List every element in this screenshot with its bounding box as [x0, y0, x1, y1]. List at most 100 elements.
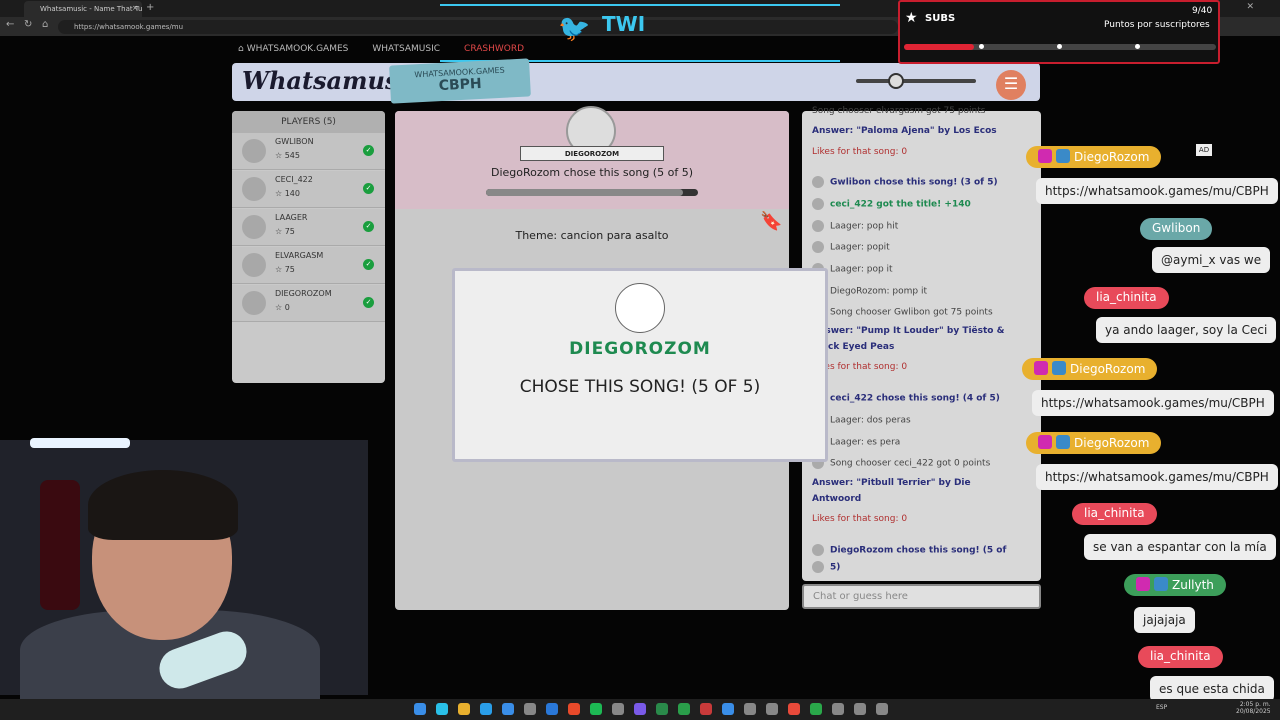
- taskbar-app-icon[interactable]: [568, 703, 580, 715]
- username-text: Zullyth: [1172, 578, 1214, 592]
- browser-tab[interactable]: Whatsamusic - Name That Tune ×: [24, 1, 142, 17]
- clock-date: 20/08/2025: [1236, 708, 1271, 715]
- subs-subtitle: Puntos por suscriptores: [1104, 20, 1210, 30]
- chat-avatar: [812, 198, 824, 210]
- taskbar-app-icon[interactable]: [678, 703, 690, 715]
- taskbar-app-icon[interactable]: [480, 703, 492, 715]
- taskbar-app-icon[interactable]: [546, 703, 558, 715]
- nav-link-whatsamusic[interactable]: WHATSAMUSIC: [372, 44, 440, 54]
- stream-chat-username[interactable]: lia_chinita: [1138, 646, 1223, 668]
- check-icon: ✓: [363, 145, 374, 156]
- player-avatar: [242, 253, 266, 277]
- taskbar-app-icon[interactable]: [788, 703, 800, 715]
- webcam-person-hair: [88, 470, 238, 540]
- stream-chat-username[interactable]: DiegoRozom: [1026, 146, 1162, 168]
- stream-chat-username[interactable]: lia_chinita: [1084, 287, 1169, 309]
- taskbar-app-icon[interactable]: [854, 703, 866, 715]
- player-name: LAAGER: [275, 213, 308, 222]
- menu-button[interactable]: ☰: [996, 70, 1026, 100]
- check-icon: ✓: [363, 221, 374, 232]
- player-row[interactable]: CECI_422 ☆ 140 ✓: [232, 171, 385, 208]
- chat-message: Answer: "Pitbull Terrier" by Die: [812, 478, 971, 488]
- new-tab-button[interactable]: +: [146, 2, 154, 13]
- chooser-ribbon: DIEGOROZOM: [520, 146, 664, 161]
- chat-text: Likes for that song: 0: [812, 147, 908, 157]
- chat-avatar: [812, 241, 824, 253]
- chat-text: Song chooser ceci_422 got 0 points: [830, 458, 991, 469]
- taskbar-app-icon[interactable]: [524, 703, 536, 715]
- reload-icon[interactable]: ↻: [24, 19, 32, 30]
- volume-slider[interactable]: [856, 79, 976, 83]
- player-score: ☆ 75: [275, 265, 295, 274]
- player-score: ☆ 0: [275, 303, 290, 312]
- stream-chat-message: https://whatsamook.games/mu/CBPH: [1036, 464, 1278, 490]
- taskbar-app-icon[interactable]: [436, 703, 448, 715]
- clock-time: 2:05 p. m.: [1239, 701, 1271, 708]
- modal-avatar: [615, 283, 665, 333]
- stream-chat-message: @aymi_x vas we: [1152, 247, 1271, 273]
- player-row[interactable]: DIEGOROZOM ☆ 0 ✓: [232, 285, 385, 322]
- chat-message: Likes for that song: 0: [812, 514, 907, 524]
- chat-message: Answer: "Paloma Ajena" by Los Ecos: [812, 126, 997, 136]
- nav-link-whatsamook[interactable]: WHATSAMOOK.GAMES: [247, 44, 349, 54]
- taskbar-app-icon[interactable]: [876, 703, 888, 715]
- volume-knob[interactable]: [888, 73, 904, 89]
- stream-chat-username[interactable]: Zullyth: [1124, 574, 1226, 596]
- player-avatar: [242, 215, 266, 239]
- twitter-text: TWI: [602, 12, 646, 36]
- badge-icon: [1136, 577, 1150, 591]
- chat-avatar: [812, 561, 824, 573]
- chat-message: DiegoRozom chose this song! (5 of: [812, 544, 1006, 556]
- taskbar-app-icon[interactable]: [810, 703, 822, 715]
- badge-icon: [1056, 149, 1070, 163]
- taskbar-app-icon[interactable]: [634, 703, 646, 715]
- check-icon: ✓: [363, 183, 374, 194]
- message-text: https://whatsamook.games/mu/CBPH: [1041, 396, 1265, 410]
- taskbar-app-icon[interactable]: [722, 703, 734, 715]
- message-text: https://whatsamook.games/mu/CBPH: [1045, 470, 1269, 484]
- chat-text: Song chooser elvargasm got 75 points: [812, 106, 986, 116]
- nav-link-crashword[interactable]: CRASHWORD: [464, 44, 524, 54]
- chat-message: DiegoRozom: pomp it: [812, 285, 927, 297]
- taskbar-app-icon[interactable]: [414, 703, 426, 715]
- player-row[interactable]: GWLIBON ☆ 545 ✓: [232, 133, 385, 170]
- chat-text: ceci_422 chose this song! (4 of 5): [830, 393, 1000, 404]
- taskbar-app-icon[interactable]: [766, 703, 778, 715]
- taskbar-clock[interactable]: 2:05 p. m. 20/08/2025: [1236, 701, 1271, 715]
- chat-input[interactable]: Chat or guess here: [802, 584, 1041, 609]
- tray-language[interactable]: ESP: [1156, 704, 1167, 711]
- taskbar-app-icon[interactable]: [590, 703, 602, 715]
- taskbar-app-icon[interactable]: [502, 703, 514, 715]
- taskbar-app-icon[interactable]: [700, 703, 712, 715]
- site-nav: ⌂ WHATSAMOOK.GAMES WHATSAMUSIC CRASHWORD: [238, 44, 548, 54]
- subs-goal-overlay: [898, 0, 1220, 64]
- taskbar-app-icon[interactable]: [458, 703, 470, 715]
- chat-text: Laager: popit: [830, 242, 890, 253]
- back-icon[interactable]: ←: [6, 19, 14, 30]
- taskbar-app-icon[interactable]: [744, 703, 756, 715]
- stream-chat-username[interactable]: Gwlibon: [1140, 218, 1213, 240]
- message-text: se van a espantar con la mía: [1093, 540, 1267, 554]
- taskbar-app-icon[interactable]: [832, 703, 844, 715]
- close-tab-icon[interactable]: ×: [132, 4, 138, 12]
- taskbar-app-icon[interactable]: [656, 703, 668, 715]
- badge-icon: [1052, 361, 1066, 375]
- stream-chat-username[interactable]: DiegoRozom: [1022, 358, 1158, 380]
- stream-chat-username[interactable]: DiegoRozom: [1026, 432, 1162, 454]
- message-text: https://whatsamook.games/mu/CBPH: [1045, 184, 1269, 198]
- message-text: ya ando laager, soy la Ceci: [1105, 323, 1268, 337]
- message-text: @aymi_x vas we: [1161, 253, 1262, 267]
- chat-message: Laager: popit: [812, 241, 890, 253]
- chat-message: 5): [812, 561, 840, 573]
- player-row[interactable]: LAAGER ☆ 75 ✓: [232, 209, 385, 246]
- taskbar-app-icon[interactable]: [612, 703, 624, 715]
- stream-chat-username[interactable]: lia_chinita: [1072, 503, 1157, 525]
- chat-text: Laager: es pera: [830, 437, 901, 448]
- subs-milestone: [1135, 44, 1140, 49]
- player-score: ☆ 140: [275, 189, 300, 198]
- stream-chat-message: se van a espantar con la mía: [1084, 534, 1276, 560]
- home-icon[interactable]: ⌂: [42, 19, 48, 30]
- chat-avatar: [812, 176, 824, 188]
- username-text: DiegoRozom: [1070, 362, 1146, 376]
- player-row[interactable]: ELVARGASM ☆ 75 ✓: [232, 247, 385, 284]
